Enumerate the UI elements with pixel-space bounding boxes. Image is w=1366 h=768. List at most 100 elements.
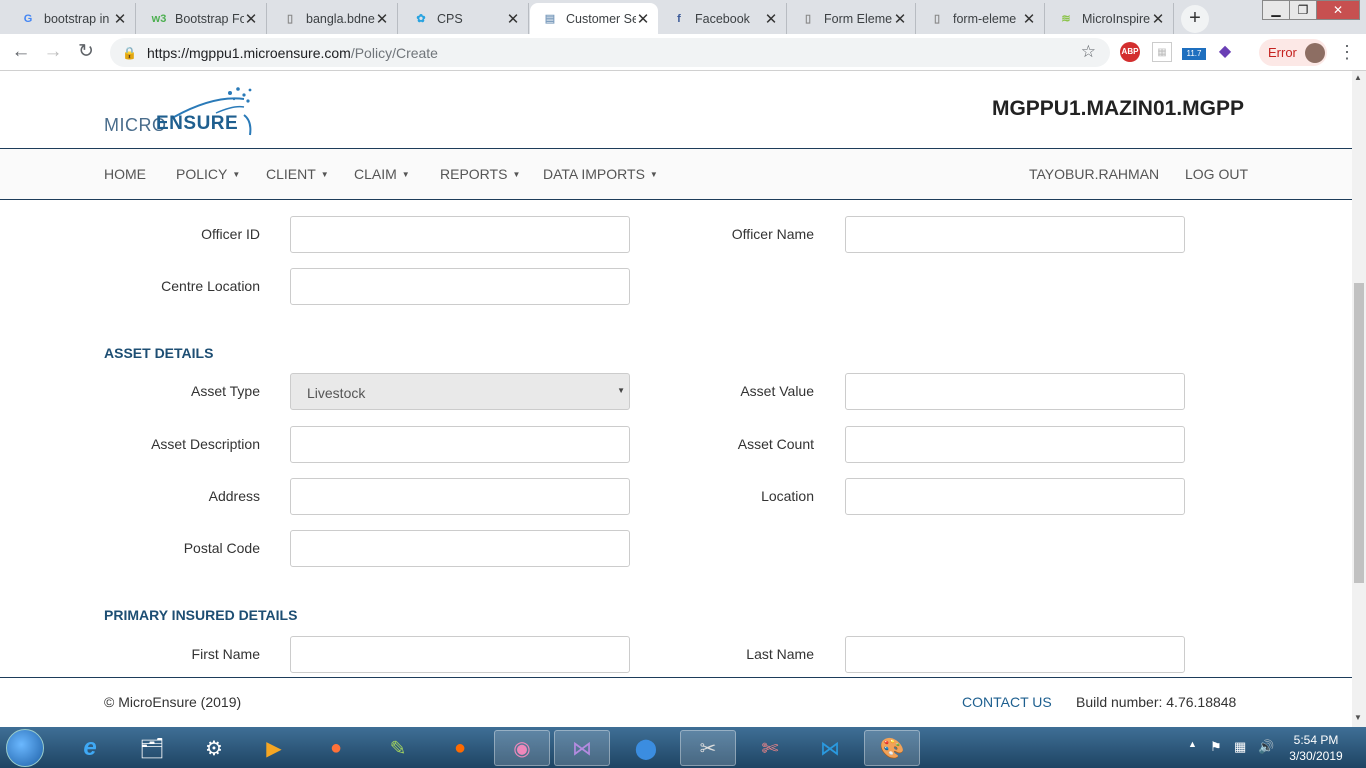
address-field[interactable]	[290, 478, 630, 515]
nav-client[interactable]: CLIENT ▼	[266, 166, 329, 182]
close-tab-icon[interactable]: ✕	[764, 10, 778, 28]
scrollbar-thumb[interactable]	[1354, 283, 1364, 583]
nav-data-imports[interactable]: DATA IMPORTS ▼	[543, 166, 658, 182]
internet-explorer-icon[interactable]: e	[62, 730, 118, 766]
adblock-icon[interactable]: ABP	[1120, 42, 1140, 62]
asset-description-field[interactable]	[290, 426, 630, 463]
volume-icon[interactable]: 🔊	[1258, 739, 1274, 755]
last-name-field[interactable]	[845, 636, 1185, 673]
nav-user[interactable]: TAYOBUR.RAHMAN	[1029, 166, 1159, 182]
action-center-flag-icon[interactable]: ⚑	[1210, 739, 1222, 755]
postman-icon[interactable]: ●	[432, 730, 488, 766]
vscode-icon[interactable]: ⋈	[802, 730, 858, 766]
network-icon[interactable]: ▦	[1234, 739, 1246, 755]
postal-code-field[interactable]	[290, 530, 630, 567]
nav-policy[interactable]: POLICY ▼	[176, 166, 240, 182]
start-button[interactable]	[6, 729, 44, 767]
browser-tab[interactable]: ▯ bangla.bdne ✕	[270, 3, 398, 34]
close-tab-icon[interactable]: ✕	[893, 10, 907, 28]
media-player-icon[interactable]: ▶	[246, 730, 302, 766]
page-footer: © MicroEnsure (2019) CONTACT US Build nu…	[0, 677, 1352, 727]
browser-menu-icon[interactable]: ⋮	[1338, 42, 1356, 63]
gem-extension-icon[interactable]: ◆	[1215, 42, 1235, 62]
browser-tab[interactable]: ▤ Customer Se ✕	[530, 3, 658, 34]
nav-home[interactable]: HOME	[104, 166, 146, 182]
settings-gear-icon[interactable]: ⚙	[186, 730, 242, 766]
close-tab-icon[interactable]: ✕	[244, 10, 258, 28]
primary-insured-heading: PRIMARY INSURED DETAILS	[104, 607, 298, 623]
tab-title: CPS	[437, 11, 463, 26]
file-explorer-icon[interactable]: 🗂	[124, 730, 180, 766]
extension-badge[interactable]: 11.7	[1182, 48, 1206, 60]
officer-id-field[interactable]	[290, 216, 630, 253]
officer-id-label: Officer ID	[201, 226, 260, 242]
visual-studio-icon[interactable]: ⋈	[554, 730, 610, 766]
browser-tab[interactable]: Gbootstrap in ✕	[8, 3, 136, 34]
asset-description-label: Asset Description	[151, 436, 260, 452]
microensure-logo[interactable]: MICRO ENSURE	[104, 85, 264, 137]
nav-claim[interactable]: CLAIM ▼	[354, 166, 410, 182]
browser-tab-strip: Gbootstrap in ✕ w3 Bootstrap Fo ✕ ▯ bangla.bdn…	[0, 0, 1366, 34]
maximize-button[interactable]: ❐	[1289, 0, 1317, 20]
browser-tab[interactable]: ▯ form-eleme ✕	[917, 3, 1045, 34]
location-label: Location	[761, 488, 814, 504]
extension-grid-icon[interactable]: ▦	[1152, 42, 1172, 62]
facebook-icon: f	[677, 12, 681, 25]
page-scrollbar[interactable]: ▲ ▼	[1352, 71, 1366, 727]
profile-error-button[interactable]: Error	[1259, 39, 1327, 66]
centre-location-field[interactable]	[290, 268, 630, 305]
url-host: https://mgppu1.microensure.com	[146, 44, 351, 61]
windows-taskbar: e 🗂 ⚙ ▶ ● ✎ ● ◉ ⋈ ⬤ ✂ ✄ ⋈ 🎨 ▲ ⚑ ▦ 🔊 5:54…	[0, 727, 1366, 768]
reload-button[interactable]: ↻	[73, 40, 99, 66]
tab-title: Form Eleme	[824, 11, 893, 26]
browser-tab[interactable]: f Facebook ✕	[659, 3, 787, 34]
tray-overflow-icon[interactable]: ▲	[1188, 739, 1197, 749]
officer-name-field[interactable]	[845, 216, 1185, 253]
close-tab-icon[interactable]: ✕	[1022, 10, 1036, 28]
last-name-label: Last Name	[746, 646, 814, 662]
browser-tab[interactable]: ▯ Form Eleme ✕	[788, 3, 916, 34]
system-clock[interactable]: 5:54 PM 3/30/2019	[1280, 732, 1352, 764]
back-button[interactable]: ←	[8, 40, 34, 66]
browser-tab[interactable]: ✿ CPS ✕	[401, 3, 529, 34]
asset-value-label: Asset Value	[740, 383, 814, 399]
asset-type-label: Asset Type	[190, 383, 260, 399]
firefox-icon[interactable]: ●	[308, 730, 364, 766]
close-tab-icon[interactable]: ✕	[636, 10, 650, 28]
page-icon: ▯	[804, 13, 812, 25]
nav-logout[interactable]: LOG OUT	[1185, 166, 1248, 182]
close-tab-icon[interactable]: ✕	[1151, 10, 1165, 28]
snipping-tool-icon[interactable]: ✄	[742, 730, 798, 766]
tools-icon[interactable]: ✂	[680, 730, 736, 766]
google-icon: G	[23, 12, 33, 25]
close-window-button[interactable]: ✕	[1316, 0, 1360, 20]
forward-button[interactable]: →	[40, 40, 66, 66]
scroll-up-icon[interactable]: ▲	[1354, 73, 1362, 82]
lock-icon: 🔒	[122, 45, 137, 60]
address-bar[interactable]: 🔒 https://mgppu1.microensure.com/Policy/…	[110, 38, 1110, 67]
chrome-icon[interactable]: ◉	[494, 730, 550, 766]
asset-type-value: Livestock	[307, 385, 366, 401]
location-field[interactable]	[845, 478, 1185, 515]
browser-tab[interactable]: ≋ MicroInspire ✕	[1046, 3, 1174, 34]
contact-us-link[interactable]: CONTACT US	[962, 694, 1052, 710]
paint-icon[interactable]: 🎨	[864, 730, 920, 766]
notepad-plus-icon[interactable]: ✎	[370, 730, 426, 766]
address-label: Address	[208, 488, 260, 504]
close-tab-icon[interactable]: ✕	[375, 10, 389, 28]
bookmark-star-icon[interactable]: ☆	[1081, 42, 1096, 62]
asset-type-select[interactable]: Livestock ▼	[290, 373, 630, 410]
asset-value-field[interactable]	[845, 373, 1185, 410]
close-tab-icon[interactable]: ✕	[113, 10, 127, 28]
browser-tab[interactable]: w3 Bootstrap Fo ✕	[139, 3, 267, 34]
nav-reports[interactable]: REPORTS ▼	[440, 166, 520, 182]
close-tab-icon[interactable]: ✕	[506, 10, 520, 28]
location-pin-icon[interactable]: ⬤	[618, 730, 674, 766]
scroll-down-icon[interactable]: ▼	[1354, 713, 1362, 722]
url-path: /Policy/Create	[350, 44, 438, 61]
profile-error-label: Error	[1268, 45, 1297, 60]
minimize-button[interactable]: ▁	[1262, 0, 1290, 20]
new-tab-button[interactable]: +	[1181, 5, 1209, 33]
first-name-field[interactable]	[290, 636, 630, 673]
asset-count-field[interactable]	[845, 426, 1185, 463]
